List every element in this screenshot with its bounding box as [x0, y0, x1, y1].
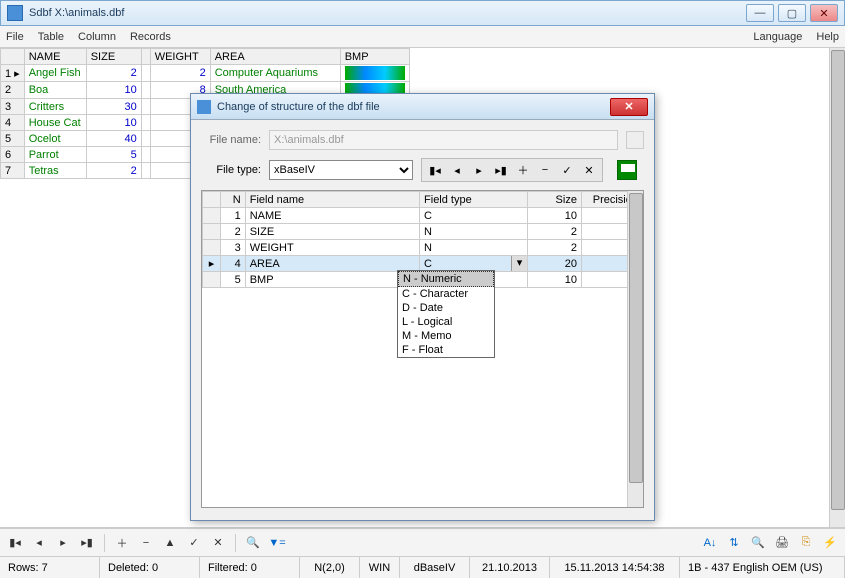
minimize-button[interactable]: —: [746, 4, 774, 22]
dropdown-arrow-icon[interactable]: ▾: [511, 256, 527, 271]
next-icon[interactable]: ▸: [54, 534, 72, 552]
dialog-icon: [197, 100, 211, 114]
last-icon[interactable]: ▸▮: [78, 534, 96, 552]
save-button[interactable]: [617, 160, 637, 180]
search-icon[interactable]: 🔍: [244, 534, 262, 552]
dlg-next-icon[interactable]: ▸: [470, 161, 488, 179]
dialog-scrollbar[interactable]: [627, 191, 643, 507]
filename-label: File name:: [201, 134, 261, 146]
field-row[interactable]: 1NAMEC100: [203, 208, 643, 224]
menu-language[interactable]: Language: [753, 31, 802, 43]
delete-icon[interactable]: −: [137, 534, 155, 552]
col-name[interactable]: NAME: [24, 49, 86, 65]
structure-dialog: Change of structure of the dbf file ✕ Fi…: [190, 93, 655, 521]
col-weight[interactable]: WEIGHT: [150, 49, 210, 65]
dlg-col-n[interactable]: N: [220, 192, 245, 208]
dlg-add-icon[interactable]: ＋: [514, 161, 532, 179]
menu-records[interactable]: Records: [130, 31, 171, 43]
edit-icon[interactable]: ▲: [161, 534, 179, 552]
cancel-icon[interactable]: ✕: [209, 534, 227, 552]
status-date2: 15.11.2013 14:54:38: [550, 557, 680, 578]
print-icon[interactable]: 🖨: [773, 534, 791, 552]
status-filtered: Filtered: 0: [200, 557, 300, 578]
status-dbtype: dBaseIV: [400, 557, 470, 578]
dlg-first-icon[interactable]: ▮◂: [426, 161, 444, 179]
main-scrollbar[interactable]: [829, 48, 845, 527]
dlg-cancel-icon[interactable]: ✕: [580, 161, 598, 179]
filetype-select[interactable]: xBaseIV: [269, 160, 413, 180]
dropdown-item[interactable]: N - Numeric: [398, 271, 494, 287]
prev-icon[interactable]: ◂: [30, 534, 48, 552]
refresh-icon[interactable]: ⚡: [821, 534, 839, 552]
filename-input: [269, 130, 618, 150]
zoom-icon[interactable]: 🔍: [749, 534, 767, 552]
dropdown-item[interactable]: L - Logical: [398, 315, 494, 329]
field-row[interactable]: 3WEIGHTN20: [203, 240, 643, 256]
fieldtype-value: C: [424, 258, 432, 270]
menu-bar: File Table Column Records Language Help: [0, 26, 845, 48]
close-button[interactable]: ✕: [810, 4, 838, 22]
menu-table[interactable]: Table: [38, 31, 64, 43]
field-row[interactable]: 2SIZEN20: [203, 224, 643, 240]
status-coltype: N(2,0): [300, 557, 360, 578]
col-blank[interactable]: [141, 49, 150, 65]
status-os: WIN: [360, 557, 400, 578]
status-rows: Rows: 7: [0, 557, 100, 578]
nav-toolbar: ▮◂ ◂ ▸ ▸▮ ＋ − ▲ ✓ ✕ 🔍 ▼= A↓ ⇅ 🔍 🖨 ⎘ ⚡: [0, 528, 845, 556]
dropdown-item[interactable]: D - Date: [398, 301, 494, 315]
col-area[interactable]: AREA: [210, 49, 340, 65]
dropdown-item[interactable]: F - Float: [398, 343, 494, 357]
dlg-col-field[interactable]: Field name: [245, 192, 419, 208]
window-title: Sdbf X:\animals.dbf: [29, 7, 746, 19]
first-icon[interactable]: ▮◂: [6, 534, 24, 552]
commit-icon[interactable]: ✓: [185, 534, 203, 552]
export-icon[interactable]: ⎘: [797, 534, 815, 552]
table-row[interactable]: 1 ▸Angel Fish22Computer Aquariums: [1, 65, 410, 82]
menu-file[interactable]: File: [6, 31, 24, 43]
browse-button[interactable]: [626, 131, 644, 149]
filetype-label: File type:: [201, 164, 261, 176]
filter-icon[interactable]: ▼=: [268, 534, 286, 552]
status-deleted: Deleted: 0: [100, 557, 200, 578]
dlg-commit-icon[interactable]: ✓: [558, 161, 576, 179]
dlg-delete-icon[interactable]: −: [536, 161, 554, 179]
structure-grid[interactable]: N Field name Field type Size Precision 1…: [201, 190, 644, 508]
dropdown-item[interactable]: C - Character: [398, 287, 494, 301]
dlg-col-type[interactable]: Field type: [420, 192, 528, 208]
dialog-titlebar[interactable]: Change of structure of the dbf file ✕: [191, 94, 654, 120]
dlg-last-icon[interactable]: ▸▮: [492, 161, 510, 179]
status-bar: Rows: 7 Deleted: 0 Filtered: 0 N(2,0) WI…: [0, 556, 845, 578]
maximize-button[interactable]: ▢: [778, 4, 806, 22]
dialog-nav-toolbar: ▮◂ ◂ ▸ ▸▮ ＋ − ✓ ✕: [421, 158, 603, 182]
sort-asc-icon[interactable]: A↓: [701, 534, 719, 552]
row-indicator: 1 ▸: [1, 65, 25, 82]
dlg-col-size[interactable]: Size: [527, 192, 581, 208]
menu-help[interactable]: Help: [816, 31, 839, 43]
menu-column[interactable]: Column: [78, 31, 116, 43]
fieldtype-dropdown[interactable]: N - Numeric C - Character D - Date L - L…: [397, 270, 495, 358]
bmp-thumbnail: [345, 66, 405, 80]
app-icon: [7, 5, 23, 21]
dlg-prev-icon[interactable]: ◂: [448, 161, 466, 179]
status-date1: 21.10.2013: [470, 557, 550, 578]
row-indicator-icon: ▸: [203, 256, 221, 272]
status-codepage: 1B - 437 English OEM (US): [680, 557, 845, 578]
col-size[interactable]: SIZE: [86, 49, 141, 65]
add-icon[interactable]: ＋: [113, 534, 131, 552]
window-titlebar: Sdbf X:\animals.dbf — ▢ ✕: [0, 0, 845, 26]
dialog-close-button[interactable]: ✕: [610, 98, 648, 116]
dropdown-item[interactable]: M - Memo: [398, 329, 494, 343]
col-bmp[interactable]: BMP: [340, 49, 409, 65]
dialog-title: Change of structure of the dbf file: [217, 101, 610, 113]
sort-config-icon[interactable]: ⇅: [725, 534, 743, 552]
